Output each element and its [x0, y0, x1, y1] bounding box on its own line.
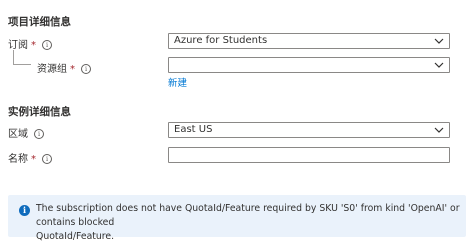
- tree-connector: [13, 50, 14, 64]
- subscription-value: Azure for Students: [174, 35, 268, 46]
- subscription-label: 订阅 * i: [8, 36, 52, 51]
- required-asterisk: *: [70, 64, 75, 75]
- tree-connector-horizontal: [13, 64, 31, 65]
- chevron-down-icon: [434, 127, 444, 133]
- region-value: East US: [174, 124, 213, 135]
- info-banner-line-2: QuotaId/Feature.: [36, 231, 115, 242]
- project-details-title: 项目详细信息: [8, 16, 71, 28]
- region-label-text: 区域: [8, 129, 28, 140]
- name-label: 名称 * i: [8, 150, 52, 165]
- resource-group-label: 资源组 * i: [37, 60, 91, 75]
- name-label-text: 名称: [8, 154, 28, 165]
- required-asterisk: *: [31, 154, 36, 165]
- subscription-dropdown[interactable]: Azure for Students: [168, 33, 450, 49]
- resource-group-label-text: 资源组: [37, 64, 67, 75]
- region-dropdown[interactable]: East US: [168, 122, 450, 138]
- resource-group-dropdown[interactable]: [168, 57, 450, 73]
- chevron-down-icon: [434, 62, 444, 68]
- region-label: 区域 i: [8, 125, 44, 140]
- info-icon[interactable]: i: [42, 154, 52, 164]
- subscription-label-text: 订阅: [8, 40, 28, 51]
- info-icon[interactable]: i: [81, 64, 91, 74]
- info-icon: i: [19, 205, 30, 216]
- required-asterisk: *: [31, 40, 36, 51]
- name-input[interactable]: [168, 147, 450, 163]
- info-icon[interactable]: i: [34, 129, 44, 139]
- instance-details-title: 实例详细信息: [8, 106, 71, 118]
- info-banner-line-1: The subscription does not have QuotaId/F…: [36, 203, 460, 228]
- chevron-down-icon: [434, 38, 444, 44]
- create-new-link[interactable]: 新建: [168, 75, 187, 89]
- info-icon[interactable]: i: [42, 40, 52, 50]
- info-banner: i The subscription does not have QuotaId…: [8, 195, 466, 242]
- info-banner-message: The subscription does not have QuotaId/F…: [36, 202, 464, 244]
